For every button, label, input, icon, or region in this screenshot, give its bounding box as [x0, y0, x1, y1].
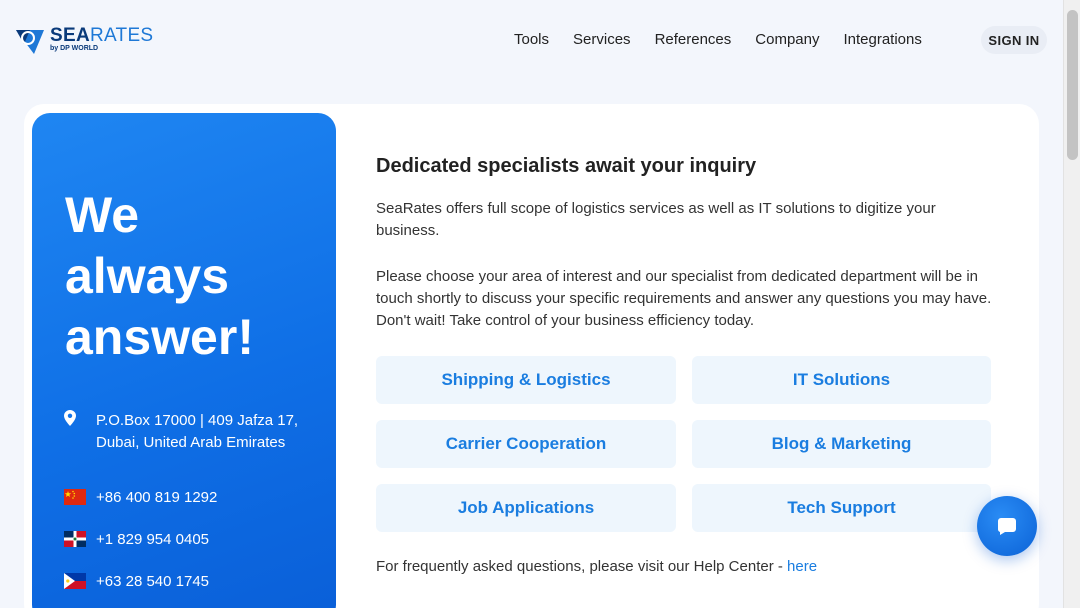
- option-carrier-cooperation[interactable]: Carrier Cooperation: [376, 420, 676, 468]
- panel-headline: We always answer!: [65, 187, 254, 365]
- site-header: SEARATES by DP WORLD Tools Services Refe…: [0, 0, 1063, 80]
- page-scrollbar[interactable]: [1063, 0, 1080, 608]
- logo-wordmark: SEARATES: [50, 25, 154, 46]
- option-shipping-logistics[interactable]: Shipping & Logistics: [376, 356, 676, 404]
- option-job-applications[interactable]: Job Applications: [376, 484, 676, 532]
- main-nav: Tools Services References Company Integr…: [514, 30, 946, 50]
- option-tech-support[interactable]: Tech Support: [692, 484, 991, 532]
- nav-company[interactable]: Company: [755, 30, 819, 50]
- contact-info-panel: We always answer! P.O.Box 17000 | 409 Ja…: [32, 113, 336, 608]
- option-it-solutions[interactable]: IT Solutions: [692, 356, 991, 404]
- nav-integrations[interactable]: Integrations: [843, 30, 921, 50]
- sign-in-button[interactable]: SIGN IN: [981, 26, 1047, 54]
- phone-china[interactable]: +86 400 819 1292: [64, 489, 217, 506]
- searates-logo[interactable]: SEARATES by DP WORLD: [14, 24, 153, 56]
- office-address: P.O.Box 17000 | 409 Jafza 17, Dubai, Uni…: [64, 410, 298, 454]
- phone-philippines[interactable]: +63 28 540 1745: [64, 573, 209, 590]
- chat-bubble-icon: [997, 518, 1016, 535]
- searates-logo-icon: [16, 30, 44, 54]
- option-blog-marketing[interactable]: Blog & Marketing: [692, 420, 991, 468]
- dominican-republic-flag-icon: [64, 531, 86, 547]
- phone-dominican-republic[interactable]: +1 829 954 0405: [64, 531, 209, 548]
- help-center-note: For frequently asked questions, please v…: [376, 558, 818, 575]
- nav-tools[interactable]: Tools: [514, 30, 549, 50]
- nav-references[interactable]: References: [655, 30, 732, 50]
- chat-button[interactable]: [977, 496, 1037, 556]
- philippines-flag-icon: [64, 573, 86, 589]
- page-title: Dedicated specialists await your inquiry: [376, 155, 757, 177]
- logo-tagline: by DP WORLD: [50, 45, 99, 52]
- location-pin-icon: [64, 410, 76, 426]
- china-flag-icon: [64, 489, 86, 505]
- scrollbar-thumb[interactable]: [1067, 10, 1078, 160]
- instructions-paragraph: Please choose your area of interest and …: [376, 268, 992, 329]
- nav-services[interactable]: Services: [573, 30, 631, 50]
- intro-paragraph: SeaRates offers full scope of logistics …: [376, 200, 936, 239]
- help-center-link[interactable]: here: [787, 558, 817, 575]
